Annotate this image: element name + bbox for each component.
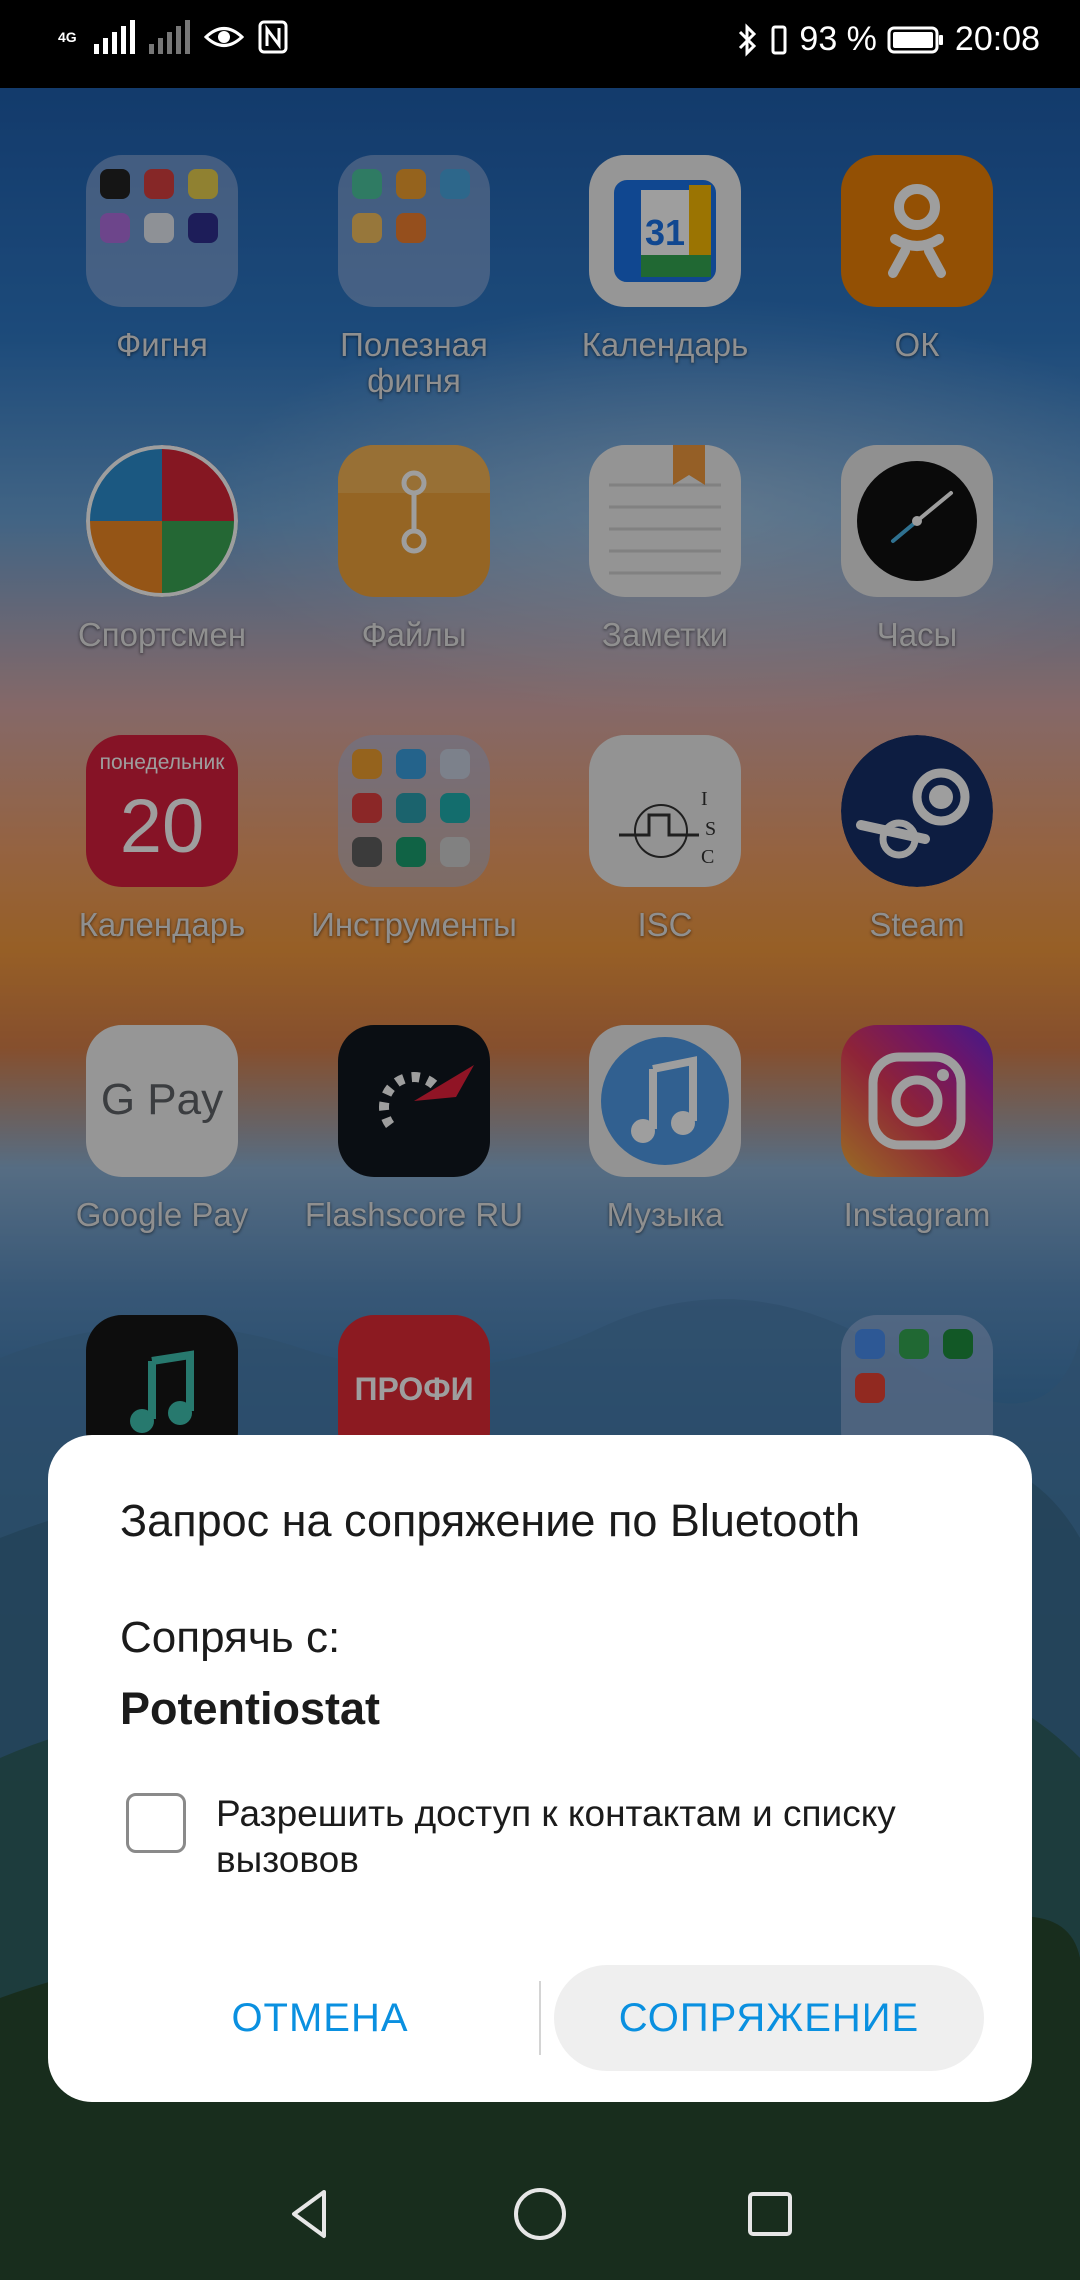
battery-icon bbox=[887, 26, 943, 53]
status-bar: 4G 93 % 20:08 bbox=[0, 0, 1080, 88]
battery-percent: 93 % bbox=[799, 20, 877, 58]
vibrate-icon bbox=[771, 25, 787, 54]
pair-button[interactable]: СОПРЯЖЕНИЕ bbox=[554, 1965, 984, 2071]
cancel-button[interactable]: ОТМЕНА bbox=[120, 1965, 520, 2071]
signal-icon bbox=[94, 20, 135, 54]
clock-time: 20:08 bbox=[954, 20, 1040, 58]
back-icon[interactable] bbox=[280, 2184, 340, 2244]
device-name: Potentiostat bbox=[120, 1683, 381, 1734]
dialog-title: Запрос на сопряжение по Bluetooth bbox=[120, 1495, 860, 1546]
no-signal-icon bbox=[149, 20, 190, 54]
contacts-access-label[interactable]: Разрешить доступ к контактам и списку вы… bbox=[216, 1791, 986, 1883]
contacts-access-checkbox[interactable] bbox=[126, 1793, 186, 1853]
button-divider bbox=[539, 1981, 541, 2055]
nfc-icon bbox=[258, 20, 288, 54]
recents-icon[interactable] bbox=[740, 2184, 800, 2244]
home-icon[interactable] bbox=[510, 2184, 570, 2244]
bluetooth-icon bbox=[739, 22, 757, 57]
pair-with-label: Сопрячь с: bbox=[120, 1613, 341, 1662]
bluetooth-pairing-dialog: Запрос на сопряжение по Bluetooth Сопряч… bbox=[48, 1435, 1032, 2102]
navigation-bar bbox=[0, 2150, 1080, 2280]
network-type: 4G bbox=[58, 29, 77, 45]
eye-comfort-icon bbox=[204, 27, 244, 47]
